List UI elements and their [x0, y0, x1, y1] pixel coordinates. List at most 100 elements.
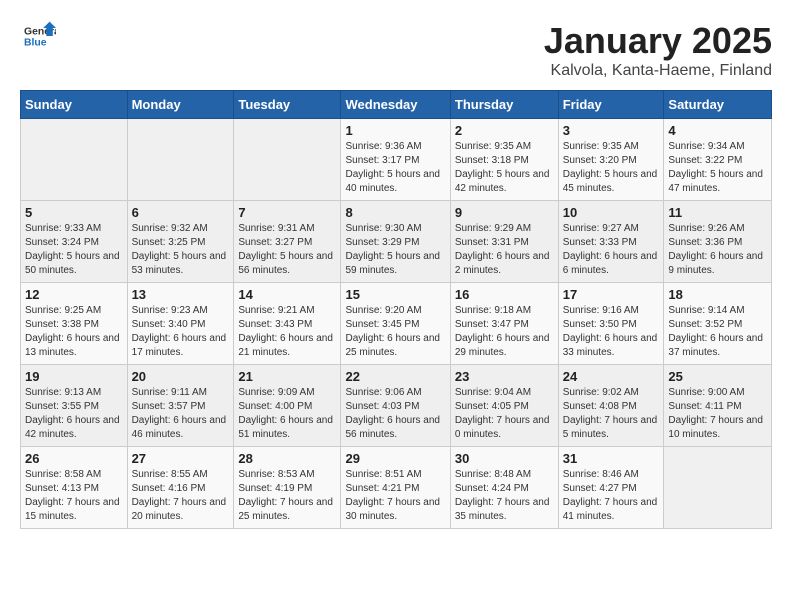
day-number: 29: [345, 451, 445, 466]
day-number: 20: [132, 369, 230, 384]
calendar-cell: 11Sunrise: 9:26 AM Sunset: 3:36 PM Dayli…: [664, 201, 772, 283]
day-number: 26: [25, 451, 123, 466]
calendar-cell: 9 Sunrise: 9:29 AM Sunset: 3:31 PM Daylig…: [450, 201, 558, 283]
calendar-cell: 7 Sunrise: 9:31 AM Sunset: 3:27 PM Daylig…: [234, 201, 341, 283]
day-info: Sunrise: 9:13 AM Sunset: 3:55 PM Dayligh…: [25, 386, 123, 442]
day-number: 16: [455, 287, 554, 302]
weekday-header-monday: Monday: [127, 91, 234, 119]
day-number: 22: [345, 369, 445, 384]
weekday-header-row: SundayMondayTuesdayWednesdayThursdayFrid…: [21, 91, 772, 119]
day-number: 8: [345, 205, 445, 220]
calendar-cell: 3Sunrise: 9:35 AM Sunset: 3:20 PM Daylig…: [558, 119, 664, 201]
day-number: 5: [25, 205, 123, 220]
calendar-cell: 30 Sunrise: 8:48 AM Sunset: 4:24 PM Dayli…: [450, 447, 558, 529]
svg-text:Blue: Blue: [24, 38, 47, 49]
day-info: Sunrise: 9:34 AM Sunset: 3:22 PM Dayligh…: [668, 140, 767, 196]
calendar-week-row: 5 Sunrise: 9:33 AM Sunset: 3:24 PM Daylig…: [21, 201, 772, 283]
day-number: 13: [132, 287, 230, 302]
day-info: Sunrise: 9:29 AM Sunset: 3:31 PM Dayligh…: [455, 222, 554, 278]
calendar-cell: 8 Sunrise: 9:30 AM Sunset: 3:29 PM Daylig…: [341, 201, 450, 283]
day-number: 27: [132, 451, 230, 466]
day-number: 9: [455, 205, 554, 220]
calendar-cell: 26 Sunrise: 8:58 AM Sunset: 4:13 PM Dayli…: [21, 447, 128, 529]
calendar-cell: 20Sunrise: 9:11 AM Sunset: 3:57 PM Dayli…: [127, 365, 234, 447]
day-info: Sunrise: 9:33 AM Sunset: 3:24 PM Dayligh…: [25, 222, 123, 278]
day-info: Sunrise: 9:00 AM Sunset: 4:11 PM Dayligh…: [668, 386, 767, 442]
calendar-cell: 31Sunrise: 8:46 AM Sunset: 4:27 PM Dayli…: [558, 447, 664, 529]
day-info: Sunrise: 9:16 AM Sunset: 3:50 PM Dayligh…: [563, 304, 660, 360]
calendar-cell: 28Sunrise: 8:53 AM Sunset: 4:19 PM Dayli…: [234, 447, 341, 529]
calendar-week-row: 1 Sunrise: 9:36 AM Sunset: 3:17 PM Daylig…: [21, 119, 772, 201]
day-info: Sunrise: 8:46 AM Sunset: 4:27 PM Dayligh…: [563, 468, 660, 524]
calendar-cell: 25 Sunrise: 9:00 AM Sunset: 4:11 PM Dayli…: [664, 365, 772, 447]
calendar-week-row: 26 Sunrise: 8:58 AM Sunset: 4:13 PM Dayli…: [21, 447, 772, 529]
calendar-cell: 21 Sunrise: 9:09 AM Sunset: 4:00 PM Dayli…: [234, 365, 341, 447]
day-info: Sunrise: 8:51 AM Sunset: 4:21 PM Dayligh…: [345, 468, 445, 524]
calendar-cell: 12Sunrise: 9:25 AM Sunset: 3:38 PM Dayli…: [21, 283, 128, 365]
day-number: 18: [668, 287, 767, 302]
day-info: Sunrise: 9:27 AM Sunset: 3:33 PM Dayligh…: [563, 222, 660, 278]
weekday-header-thursday: Thursday: [450, 91, 558, 119]
logo-icon: General Blue: [24, 20, 56, 52]
calendar-title: January 2025: [544, 20, 772, 62]
day-info: Sunrise: 8:58 AM Sunset: 4:13 PM Dayligh…: [25, 468, 123, 524]
day-info: Sunrise: 9:04 AM Sunset: 4:05 PM Dayligh…: [455, 386, 554, 442]
day-number: 21: [238, 369, 336, 384]
calendar-cell: 2 Sunrise: 9:35 AM Sunset: 3:18 PM Daylig…: [450, 119, 558, 201]
calendar-cell: 23 Sunrise: 9:04 AM Sunset: 4:05 PM Dayli…: [450, 365, 558, 447]
day-number: 17: [563, 287, 660, 302]
calendar-cell: [21, 119, 128, 201]
calendar-cell: 17 Sunrise: 9:16 AM Sunset: 3:50 PM Dayli…: [558, 283, 664, 365]
calendar-cell: 1 Sunrise: 9:36 AM Sunset: 3:17 PM Daylig…: [341, 119, 450, 201]
day-info: Sunrise: 9:31 AM Sunset: 3:27 PM Dayligh…: [238, 222, 336, 278]
day-info: Sunrise: 9:18 AM Sunset: 3:47 PM Dayligh…: [455, 304, 554, 360]
day-number: 23: [455, 369, 554, 384]
calendar-week-row: 19 Sunrise: 9:13 AM Sunset: 3:55 PM Dayli…: [21, 365, 772, 447]
calendar-week-row: 12Sunrise: 9:25 AM Sunset: 3:38 PM Dayli…: [21, 283, 772, 365]
calendar-cell: [127, 119, 234, 201]
calendar-cell: 13 Sunrise: 9:23 AM Sunset: 3:40 PM Dayli…: [127, 283, 234, 365]
day-number: 19: [25, 369, 123, 384]
day-number: 6: [132, 205, 230, 220]
calendar-subtitle: Kalvola, Kanta-Haeme, Finland: [544, 62, 772, 80]
calendar-cell: 4 Sunrise: 9:34 AM Sunset: 3:22 PM Daylig…: [664, 119, 772, 201]
day-info: Sunrise: 9:35 AM Sunset: 3:18 PM Dayligh…: [455, 140, 554, 196]
title-block: January 2025 Kalvola, Kanta-Haeme, Finla…: [544, 20, 772, 80]
weekday-header-wednesday: Wednesday: [341, 91, 450, 119]
calendar-cell: [234, 119, 341, 201]
day-info: Sunrise: 9:25 AM Sunset: 3:38 PM Dayligh…: [25, 304, 123, 360]
page-header: General Blue January 2025 Kalvola, Kanta…: [20, 20, 772, 80]
day-info: Sunrise: 9:09 AM Sunset: 4:00 PM Dayligh…: [238, 386, 336, 442]
day-info: Sunrise: 8:48 AM Sunset: 4:24 PM Dayligh…: [455, 468, 554, 524]
day-info: Sunrise: 9:35 AM Sunset: 3:20 PM Dayligh…: [563, 140, 660, 196]
weekday-header-tuesday: Tuesday: [234, 91, 341, 119]
day-number: 4: [668, 123, 767, 138]
day-info: Sunrise: 9:36 AM Sunset: 3:17 PM Dayligh…: [345, 140, 445, 196]
calendar-cell: 6Sunrise: 9:32 AM Sunset: 3:25 PM Daylig…: [127, 201, 234, 283]
day-number: 1: [345, 123, 445, 138]
day-number: 2: [455, 123, 554, 138]
day-number: 28: [238, 451, 336, 466]
day-number: 11: [668, 205, 767, 220]
calendar-cell: 14Sunrise: 9:21 AM Sunset: 3:43 PM Dayli…: [234, 283, 341, 365]
calendar-cell: 10Sunrise: 9:27 AM Sunset: 3:33 PM Dayli…: [558, 201, 664, 283]
day-number: 15: [345, 287, 445, 302]
weekday-header-sunday: Sunday: [21, 91, 128, 119]
calendar-cell: 19 Sunrise: 9:13 AM Sunset: 3:55 PM Dayli…: [21, 365, 128, 447]
calendar-cell: 5 Sunrise: 9:33 AM Sunset: 3:24 PM Daylig…: [21, 201, 128, 283]
day-info: Sunrise: 9:14 AM Sunset: 3:52 PM Dayligh…: [668, 304, 767, 360]
calendar-cell: 18 Sunrise: 9:14 AM Sunset: 3:52 PM Dayli…: [664, 283, 772, 365]
day-number: 24: [563, 369, 660, 384]
day-number: 30: [455, 451, 554, 466]
calendar-cell: 24Sunrise: 9:02 AM Sunset: 4:08 PM Dayli…: [558, 365, 664, 447]
weekday-header-friday: Friday: [558, 91, 664, 119]
day-info: Sunrise: 9:30 AM Sunset: 3:29 PM Dayligh…: [345, 222, 445, 278]
day-info: Sunrise: 9:23 AM Sunset: 3:40 PM Dayligh…: [132, 304, 230, 360]
day-info: Sunrise: 9:06 AM Sunset: 4:03 PM Dayligh…: [345, 386, 445, 442]
day-number: 14: [238, 287, 336, 302]
calendar-cell: 16 Sunrise: 9:18 AM Sunset: 3:47 PM Dayli…: [450, 283, 558, 365]
day-info: Sunrise: 8:55 AM Sunset: 4:16 PM Dayligh…: [132, 468, 230, 524]
calendar-cell: 29 Sunrise: 8:51 AM Sunset: 4:21 PM Dayli…: [341, 447, 450, 529]
day-number: 25: [668, 369, 767, 384]
day-number: 7: [238, 205, 336, 220]
